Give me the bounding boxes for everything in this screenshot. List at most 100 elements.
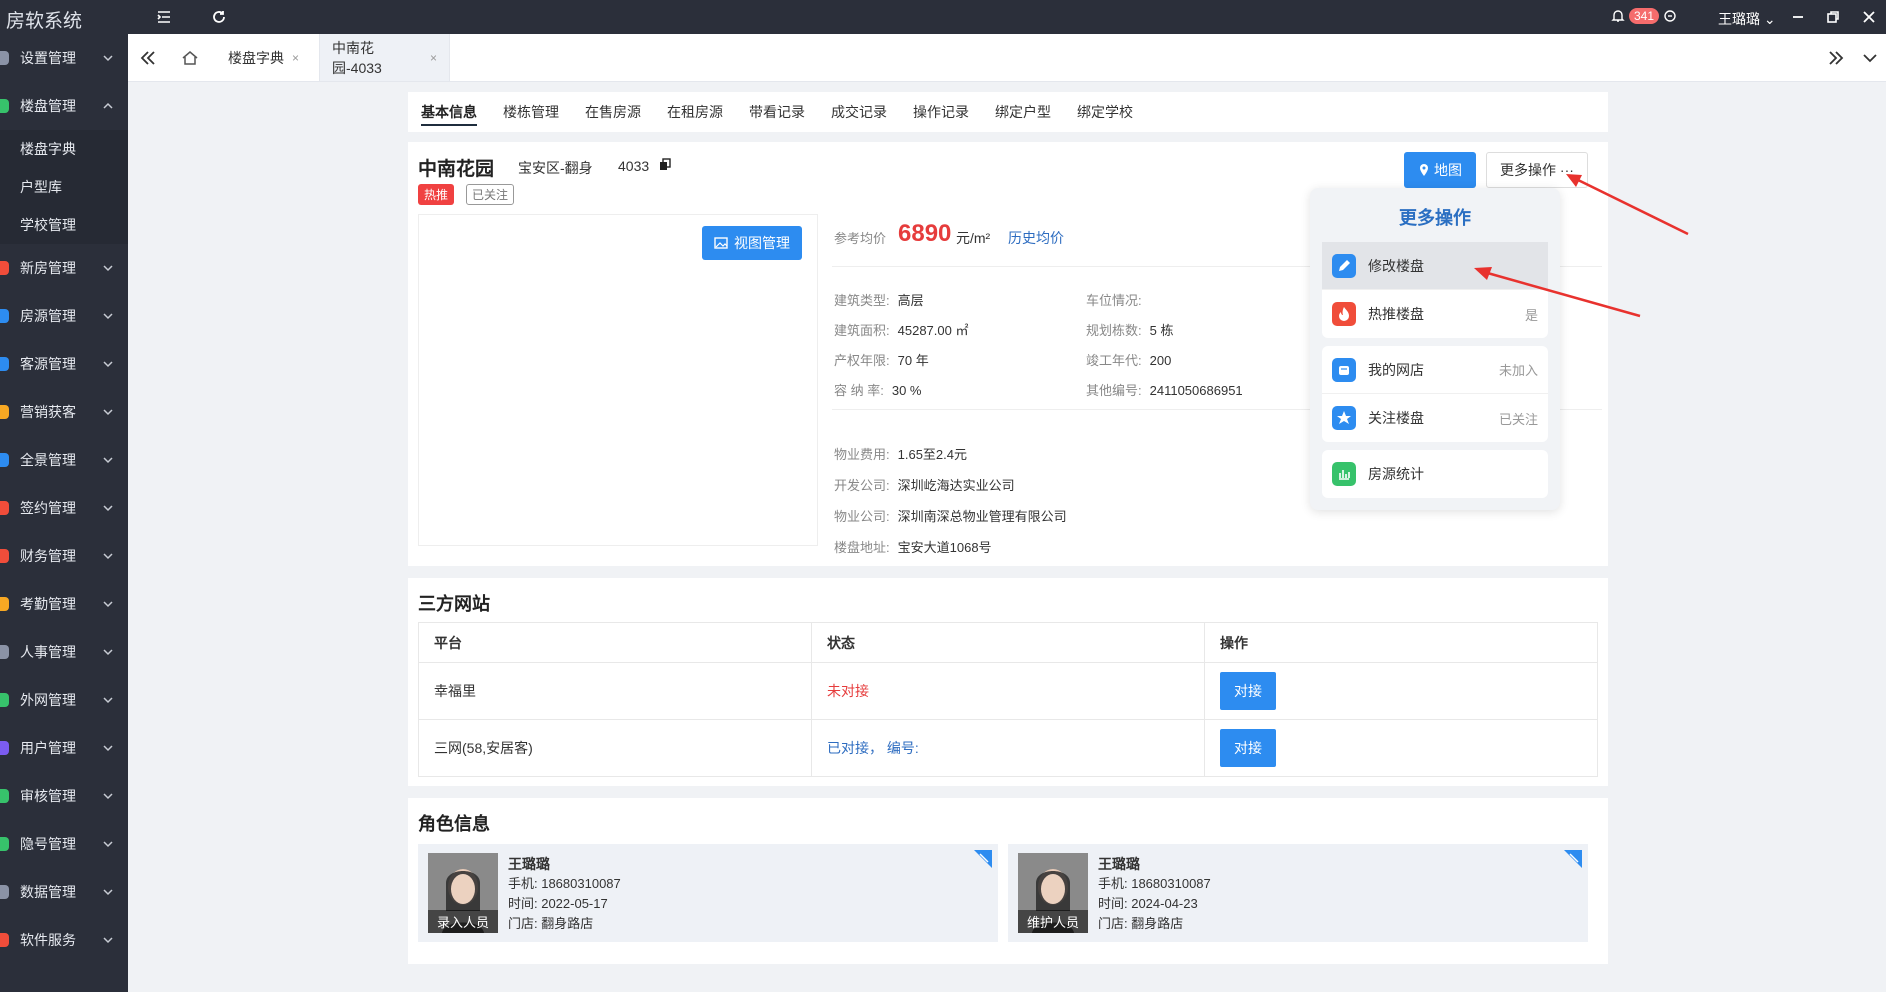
sidebar-item[interactable]: 财务管理 xyxy=(0,532,128,580)
chevron-down-icon xyxy=(103,361,113,368)
info-field: 规划栋数: 5 栋 xyxy=(1086,320,1173,339)
dropdown-item[interactable]: 我的网店 未加入 xyxy=(1322,346,1548,394)
table-row: 三网(58,安居客) 已对接， 编号: 对接 xyxy=(418,719,1598,777)
action-cell: 对接 xyxy=(1204,719,1598,777)
sidebar-item[interactable]: 考勤管理 xyxy=(0,580,128,628)
sidebar-subitem[interactable]: 学校管理 xyxy=(0,206,128,244)
sidebar-item[interactable]: 设置管理 xyxy=(0,34,128,82)
detail-tab[interactable]: 成交记录 xyxy=(818,92,900,132)
detail-tab[interactable]: 在租房源 xyxy=(654,92,736,132)
dropdown-item[interactable]: 关注楼盘 已关注 xyxy=(1322,394,1548,442)
detail-tab[interactable]: 在售房源 xyxy=(572,92,654,132)
sidebar-item[interactable]: 人事管理 xyxy=(0,628,128,676)
chevron-up-icon xyxy=(103,102,113,109)
field-label: 竣工年代: xyxy=(1086,353,1142,368)
restore-icon[interactable] xyxy=(1824,8,1842,26)
close-tab-icon[interactable]: × xyxy=(430,51,437,65)
sidebar-item[interactable]: 软件服务 xyxy=(0,916,128,964)
sidebar-item-label: 新房管理 xyxy=(20,260,76,276)
sidebar-item-label: 人事管理 xyxy=(20,644,76,660)
refresh-icon[interactable] xyxy=(210,8,228,26)
connect-button[interactable]: 对接 xyxy=(1220,672,1276,710)
bell-icon[interactable] xyxy=(1610,8,1626,24)
chart-icon xyxy=(1332,462,1356,486)
sidebar-item[interactable]: 数据管理 xyxy=(0,868,128,916)
more-actions-dropdown: 更多操作 修改楼盘 热推楼盘是 我的网店 未加入 关注楼盘 已关注 房源统计 xyxy=(1310,188,1560,510)
sidebar-item[interactable]: 楼盘管理 xyxy=(0,82,128,130)
menu-icon xyxy=(0,597,9,611)
minimize-icon[interactable] xyxy=(1789,8,1807,26)
home-icon[interactable] xyxy=(180,48,200,68)
sidebar-item[interactable]: 营销获客 xyxy=(0,388,128,436)
menu-icon xyxy=(0,51,9,65)
chevron-down-icon xyxy=(103,601,113,608)
price-history-link[interactable]: 历史均价 xyxy=(1008,228,1064,248)
avatar: 维护人员 xyxy=(1018,853,1088,933)
role-info-card: 角色信息 录入人员 王璐璐 手机: 18680310087 时间: 2022-05-1… xyxy=(408,798,1608,964)
dropdown-item[interactable]: 房源统计 xyxy=(1322,450,1548,498)
chevron-down-icon xyxy=(103,697,113,704)
user-menu[interactable]: 王璐璐 ⌄ xyxy=(1718,9,1776,29)
field-label: 车位情况: xyxy=(1086,293,1142,308)
sidebar-item[interactable]: 新房管理 xyxy=(0,244,128,292)
detail-tab[interactable]: 基本信息 xyxy=(408,92,490,132)
sidebar-item[interactable]: 签约管理 xyxy=(0,484,128,532)
detail-tab[interactable]: 操作记录 xyxy=(900,92,982,132)
sidebar-item[interactable]: 隐号管理 xyxy=(0,820,128,868)
map-button[interactable]: 地图 xyxy=(1404,152,1476,188)
copy-icon[interactable] xyxy=(658,158,672,172)
sidebar-subitem[interactable]: 户型库 xyxy=(0,168,128,206)
edit-icon xyxy=(1332,253,1356,278)
star-icon xyxy=(1332,406,1356,430)
field-value: 1.65至2.4元 xyxy=(897,447,967,462)
view-management-button[interactable]: 视图管理 xyxy=(702,226,802,260)
gamepad-icon[interactable] xyxy=(1662,8,1678,24)
sidebar-subitem[interactable]: 楼盘字典 xyxy=(0,130,128,168)
section-title: 三方网站 xyxy=(418,594,490,614)
sidebar-item[interactable]: 客源管理 xyxy=(0,340,128,388)
sidebar-item[interactable]: 全景管理 xyxy=(0,436,128,484)
menu-icon xyxy=(0,99,9,113)
detail-tab[interactable]: 绑定学校 xyxy=(1064,92,1146,132)
sidebar-item[interactable]: 房源管理 xyxy=(0,292,128,340)
double-chevron-left-icon[interactable] xyxy=(138,48,158,68)
menu-icon xyxy=(0,789,9,803)
close-icon[interactable] xyxy=(1860,8,1878,26)
close-tab-icon[interactable]: × xyxy=(292,51,299,65)
sidebar-item[interactable]: 用户管理 xyxy=(0,724,128,772)
field-label: 规划栋数: xyxy=(1086,323,1142,338)
tab-building-dictionary[interactable]: 楼盘字典 × xyxy=(216,34,320,81)
sidebar-item-label: 客源管理 xyxy=(20,356,76,372)
sidebar-item[interactable]: 审核管理 xyxy=(0,772,128,820)
connect-button[interactable]: 对接 xyxy=(1220,729,1276,767)
field-value: 200 xyxy=(1149,353,1172,368)
role-details: 王璐璐 手机: 18680310087 时间: 2022-05-17 门店: 翻身路店 xyxy=(508,854,621,934)
sidebar-item-label: 设置管理 xyxy=(20,50,76,66)
section-title: 角色信息 xyxy=(418,814,490,834)
action-cell: 对接 xyxy=(1204,662,1598,720)
menu-collapse-icon[interactable] xyxy=(155,8,173,26)
detail-tab[interactable]: 绑定户型 xyxy=(982,92,1064,132)
detail-tab[interactable]: 楼栋管理 xyxy=(490,92,572,132)
field-value: 2411050686951 xyxy=(1149,383,1243,398)
person-store: 门店: 翻身路店 xyxy=(508,916,594,931)
info-field: 其他编号: 2411050686951 xyxy=(1086,380,1243,399)
sidebar-item-label: 隐号管理 xyxy=(20,836,76,852)
notification-area[interactable]: 341 xyxy=(1610,8,1678,24)
info-field: 开发公司: 深圳屹海达实业公司 xyxy=(834,475,1015,494)
tab-property-detail[interactable]: 中南花园-4033 × xyxy=(320,34,450,81)
info-field: 建筑类型: 高层 xyxy=(834,290,924,309)
property-name: 中南花园 xyxy=(418,159,495,180)
detail-tab[interactable]: 带看记录 xyxy=(736,92,818,132)
info-field: 物业费用: 1.65至2.4元 xyxy=(834,444,967,463)
dropdown-item-label: 房源统计 xyxy=(1368,466,1424,482)
double-chevron-right-icon[interactable] xyxy=(1826,48,1846,68)
field-label: 建筑面积: xyxy=(834,323,890,338)
info-field: 车位情况: xyxy=(1086,290,1150,309)
price-value: 6890 xyxy=(898,220,952,247)
sidebar-item[interactable]: 外网管理 xyxy=(0,676,128,724)
chevron-down-icon[interactable] xyxy=(1860,48,1880,68)
role-label: 录入人员 xyxy=(428,910,498,933)
image-icon xyxy=(714,237,728,249)
sidebar-item-label: 楼盘管理 xyxy=(20,98,76,114)
